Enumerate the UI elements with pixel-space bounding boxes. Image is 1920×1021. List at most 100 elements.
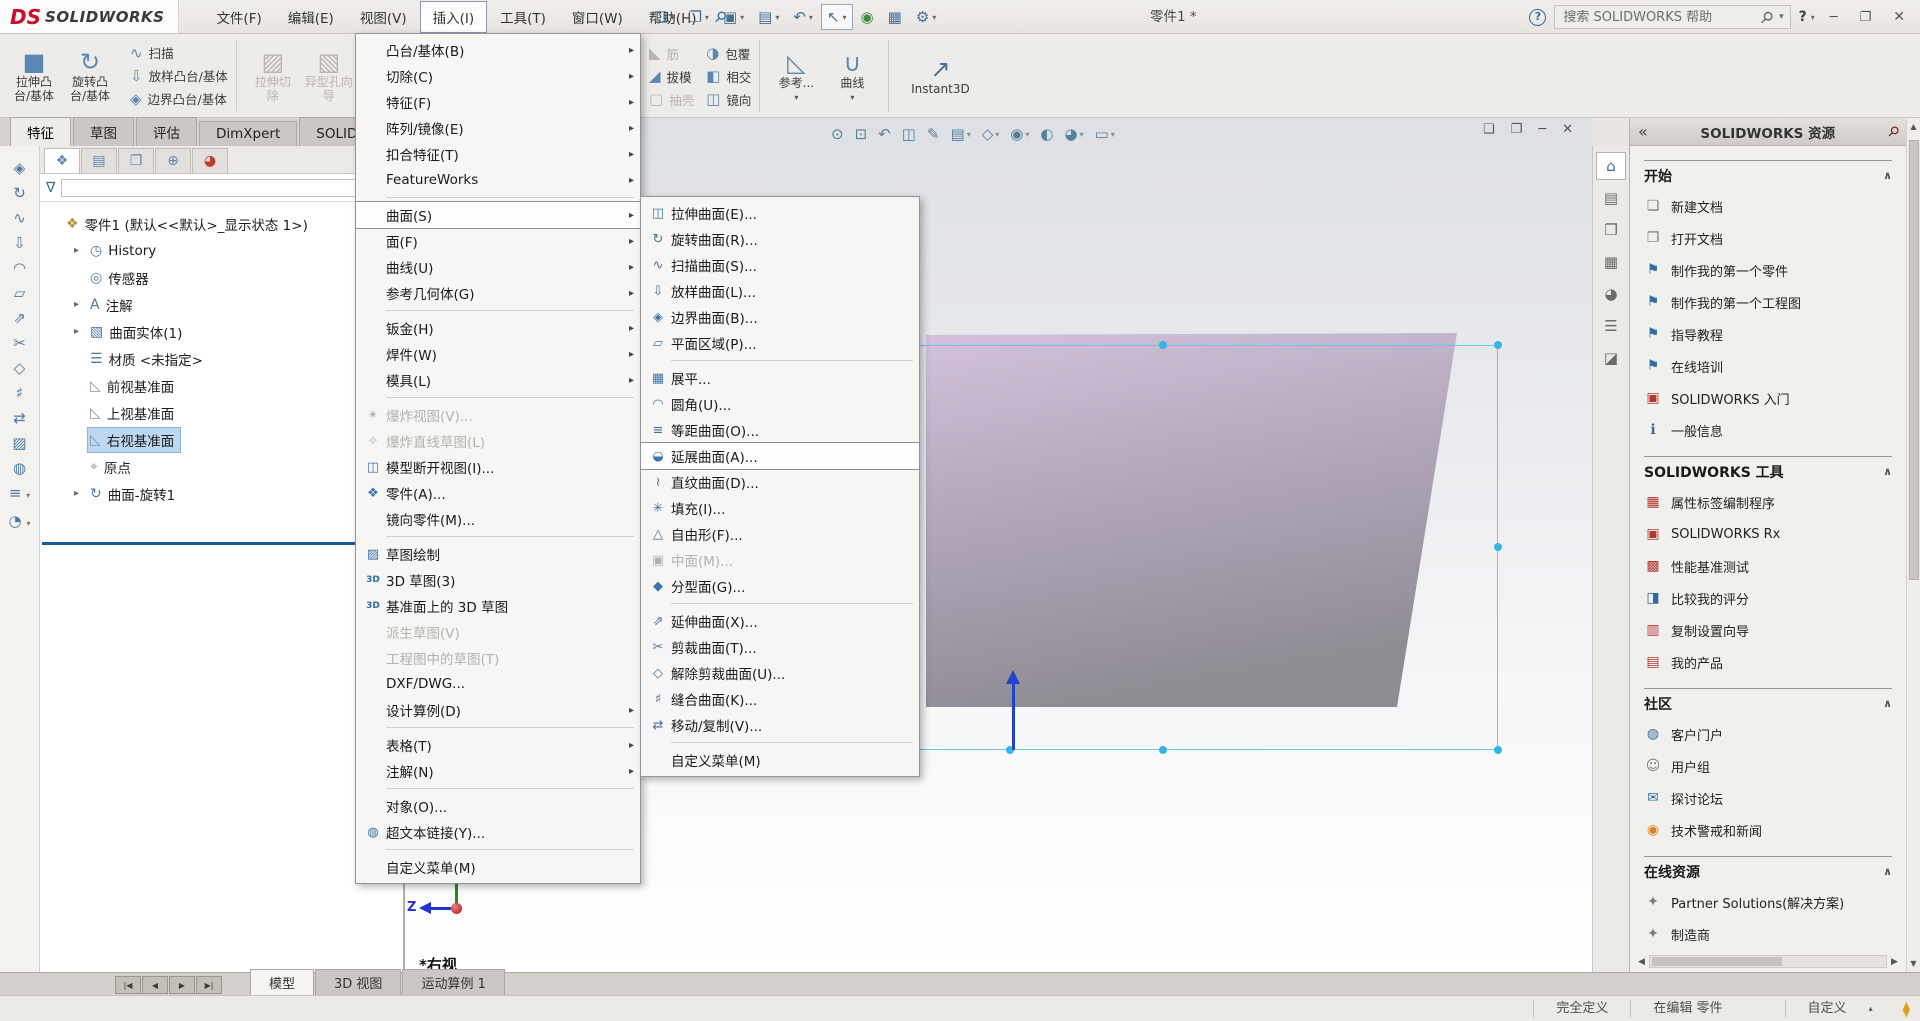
doc-close-icon[interactable]: ✕ — [1562, 122, 1573, 137]
menubar-item[interactable]: 窗口(W) — [559, 1, 636, 33]
task-pane-tab[interactable]: ▤ — [1596, 184, 1626, 212]
task-pane-tab[interactable]: ⌂ — [1596, 152, 1626, 180]
viewport-layout-icon[interactable]: ❏ — [1483, 122, 1495, 137]
menu-item[interactable]: ◆ 分型面(G)... ▸ — [641, 573, 919, 599]
menu-item[interactable]: 切除(C) ▸ — [356, 63, 640, 89]
task-pane-row[interactable]: SOLIDWORKS 工具 ∧ — [1644, 456, 1892, 486]
selection-handle[interactable] — [1494, 341, 1502, 349]
quickbar-button[interactable]: ▦ ▾ — [882, 4, 908, 30]
scrollbar-thumb[interactable] — [1909, 140, 1919, 580]
quickbar-button[interactable]: ❏ ▾ — [648, 4, 680, 30]
left-toolbar-button[interactable]: ⇄ ▾ — [13, 410, 26, 426]
left-toolbar-button[interactable]: ◈ ▾ — [14, 160, 26, 176]
ribbon-button[interactable]: ◣ 筋 — [649, 44, 694, 63]
filter-input[interactable] — [61, 178, 397, 197]
ribbon-button[interactable]: ◢ 拔模 — [649, 67, 694, 86]
left-toolbar-button[interactable]: ▱ ▾ — [14, 285, 26, 301]
tree-item[interactable]: ▸ ↻ 曲面-旋转1 — [40, 480, 403, 507]
task-pane-tab[interactable]: ▦ — [1596, 248, 1626, 276]
task-pane-row[interactable]: ▩ 性能基准测试 ∧ — [1644, 550, 1892, 582]
ribbon-button[interactable]: ⇩ 放样凸台/基体 — [130, 66, 228, 85]
tree-item[interactable]: ▸ ◺ 上视基准面 — [40, 399, 403, 426]
ribbon-tab[interactable]: 特征 — [10, 117, 71, 146]
headsup-button[interactable]: ◕ ▾ — [1064, 125, 1083, 143]
ribbon-tab[interactable]: 评估 — [136, 117, 197, 146]
scroll-up-icon[interactable]: ▲ — [1907, 118, 1920, 135]
filter-funnel-icon[interactable]: ∇ — [46, 180, 55, 196]
task-pane-row[interactable]: 开始 ∧ — [1644, 160, 1892, 190]
left-toolbar-button[interactable]: ◍ ▾ — [13, 460, 26, 476]
ribbon-button[interactable]: ◈ 边界凸台/基体 — [130, 89, 228, 108]
selection-handle[interactable] — [1494, 746, 1502, 754]
menu-item[interactable]: 焊件(W) ▸ — [356, 341, 640, 367]
close-button[interactable]: ✕ — [1886, 7, 1912, 27]
task-pane-tab[interactable]: ◕ — [1596, 280, 1626, 308]
tree-item[interactable]: ▸ ▧ 曲面实体(1) — [40, 318, 403, 345]
menu-item[interactable]: 扣合特征(T) ▸ — [356, 141, 640, 167]
instant3d-button[interactable]: ↗ Instant3D — [897, 52, 983, 100]
menubar-item[interactable]: 插入(I) — [419, 0, 488, 33]
scroll-down-icon[interactable]: ▼ — [1907, 955, 1920, 972]
menu-item[interactable]: 面(F) ▸ — [356, 228, 640, 254]
headsup-button[interactable]: ◉ ▾ — [1010, 125, 1029, 143]
left-toolbar-button[interactable]: ∿ ▾ — [13, 210, 26, 226]
collapse-panel-icon[interactable]: « — [1638, 122, 1648, 141]
custom-status[interactable]: 自定义 — [1784, 999, 1869, 1018]
status-caret-icon[interactable]: ▴ — [1869, 1004, 1903, 1013]
headsup-button[interactable]: ◐ ▾ — [1040, 125, 1053, 143]
menu-item[interactable]: ⇩ 放样曲面(L)... ▸ — [641, 278, 919, 304]
task-pane-row[interactable]: ✦ Partner Solutions(解决方案) ∧ — [1644, 886, 1892, 918]
task-pane-vertical-scrollbar[interactable]: ▲ ▼ — [1906, 118, 1920, 972]
task-pane-row[interactable]: ▣ SOLIDWORKS Rx ∧ — [1644, 518, 1892, 550]
menu-item[interactable]: 3D 3D 草图(3) ▸ — [356, 567, 640, 593]
headsup-button[interactable]: ⊡ ▾ — [855, 125, 868, 143]
nav-button[interactable]: ▶ — [169, 976, 195, 994]
quickbar-button[interactable]: ↖ ▾ — [820, 4, 853, 30]
left-toolbar-button[interactable]: ◠ ▾ — [13, 260, 26, 276]
document-tab[interactable]: 3D 视图 — [315, 969, 402, 995]
ribbon-button[interactable]: ↻ 旋转凸 台/基体 — [62, 45, 118, 107]
left-toolbar-button[interactable]: ≡ ▾ — [9, 485, 30, 504]
doc-restore-icon[interactable]: ❐ — [1511, 122, 1523, 137]
collapse-section-icon[interactable]: ∧ — [1883, 865, 1892, 878]
panel-tab[interactable]: ▤ — [81, 148, 117, 173]
headsup-button[interactable]: ◫ ▾ — [902, 125, 916, 143]
scroll-left-icon[interactable]: ◀ — [1634, 957, 1649, 967]
menu-item[interactable]: ◇ 解除剪裁曲面(U)... ▸ — [641, 660, 919, 686]
menu-item[interactable]: ✴ 爆炸视图(V)... ▸ — [356, 397, 640, 428]
panel-tab[interactable]: ❐ — [118, 148, 154, 173]
menu-item[interactable]: ✳ 填充(I)... ▸ — [641, 495, 919, 521]
headsup-button[interactable]: ⊙ ▾ — [831, 125, 844, 143]
task-pane-tab[interactable]: ❐ — [1596, 216, 1626, 244]
tree-item[interactable]: ▸ ◺ 前视基准面 — [40, 372, 403, 399]
search-icon[interactable]: ⚲ — [1752, 2, 1782, 32]
doc-minimize-icon[interactable]: ─ — [1538, 122, 1546, 137]
tag-icon[interactable]: ⧫ — [1903, 1000, 1920, 1018]
menu-item[interactable]: 派生草图(V) ▸ — [356, 619, 640, 645]
task-pane-row[interactable]: ❏ 新建文档 ∧ — [1644, 190, 1892, 222]
quickbar-button[interactable]: ▣ ▾ — [717, 4, 750, 30]
collapse-section-icon[interactable]: ∧ — [1883, 697, 1892, 710]
left-toolbar-button[interactable]: ✂ ▾ — [13, 335, 26, 351]
tree-item[interactable]: ▸ ◎ 传感器 — [40, 264, 403, 291]
left-toolbar-button[interactable]: ◇ ▾ — [14, 360, 26, 376]
menu-item[interactable]: ▨ 草图绘制 ▸ — [356, 536, 640, 567]
menu-item[interactable]: ◒ 延展曲面(A)... ▸ — [640, 442, 920, 470]
menu-item[interactable]: 镜向零件(M)... ▸ — [356, 506, 640, 532]
selection-box[interactable] — [828, 345, 1498, 750]
task-pane-horizontal-scrollbar[interactable]: ◀ ▶ — [1634, 954, 1902, 969]
left-toolbar-button[interactable]: ♯ ▾ — [16, 385, 23, 401]
nav-button[interactable]: ▶| — [196, 976, 222, 994]
menu-item[interactable]: ◍ 超文本链接(Y)... ▸ — [356, 819, 640, 845]
menu-item[interactable]: 模具(L) ▸ — [356, 367, 640, 393]
task-pane-row[interactable]: ◨ 比较我的评分 ∧ — [1644, 582, 1892, 614]
left-toolbar-button[interactable]: ↻ ▾ — [13, 185, 26, 201]
menu-item[interactable]: 曲线(U) ▸ — [356, 254, 640, 280]
tree-item[interactable]: ▸ A 注解 — [40, 291, 403, 318]
menu-item[interactable]: 注解(N) ▸ — [356, 758, 640, 784]
ribbon-button[interactable]: ◑ 包覆 — [706, 44, 751, 63]
menubar-item[interactable]: 编辑(E) — [275, 1, 347, 33]
quickbar-button[interactable]: ▤ ▾ — [752, 4, 785, 30]
ribbon-button[interactable]: ◺ 参考... ▾ — [768, 46, 824, 106]
menu-item[interactable]: 参考几何体(G) ▸ — [356, 280, 640, 306]
